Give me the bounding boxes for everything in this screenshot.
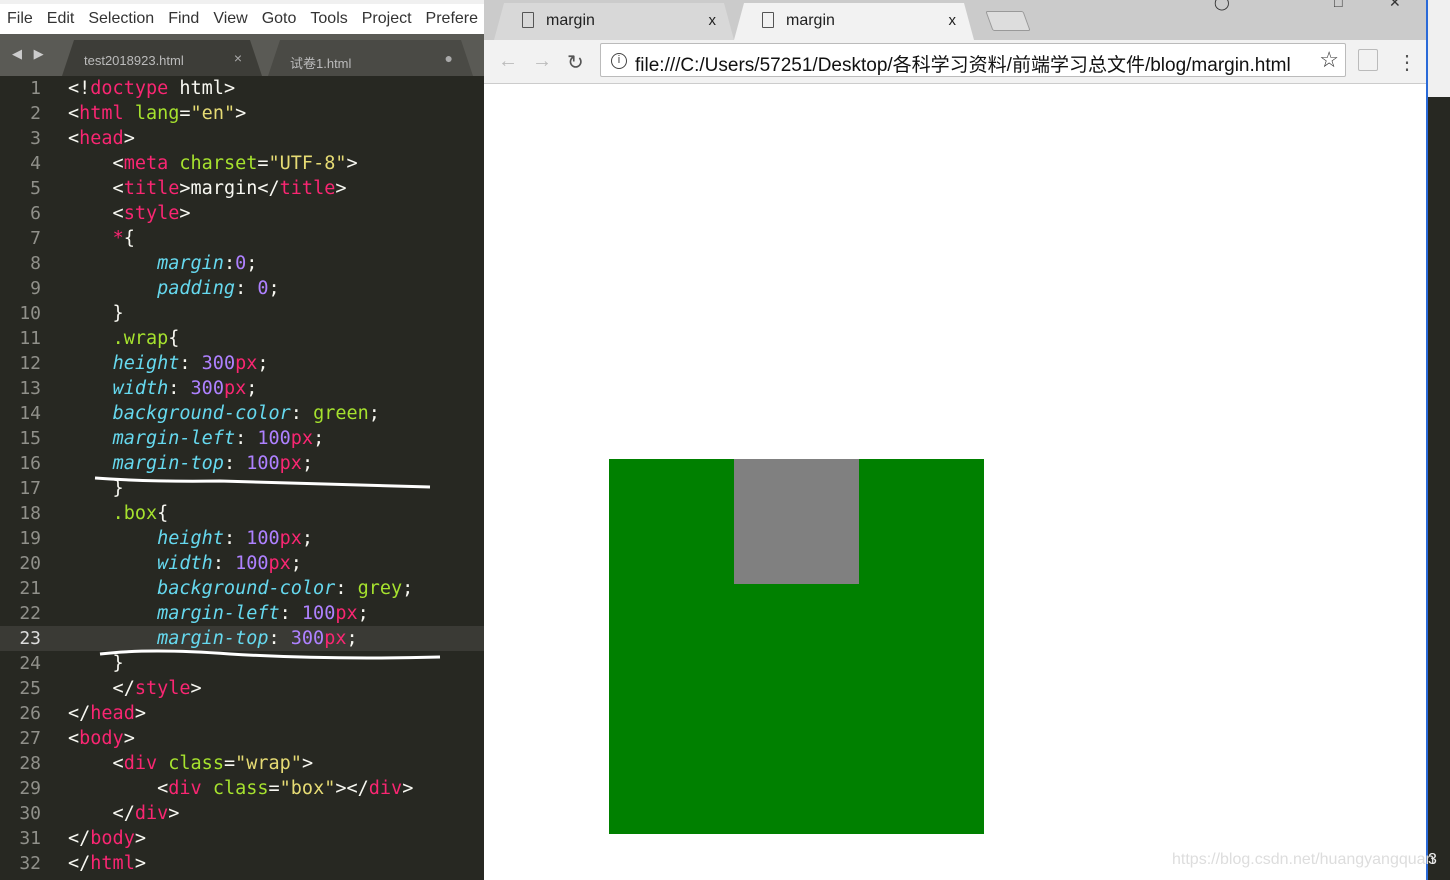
underline-margin-top-box [99, 649, 441, 660]
document-icon [522, 12, 534, 28]
reload-icon[interactable]: ↻ [567, 50, 584, 75]
bookmark-star-icon[interactable]: ☆ [1319, 47, 1339, 73]
close-window-icon[interactable]: ✕ [1389, 0, 1401, 11]
tab-title: margin [786, 12, 835, 29]
background-window-edge [1426, 0, 1450, 880]
new-tab-button[interactable] [985, 11, 1031, 31]
close-icon[interactable]: x [709, 12, 717, 29]
maximize-icon[interactable]: □ [1334, 0, 1342, 10]
extension-icon[interactable] [1358, 49, 1378, 71]
browser-tab-strip: margin x margin x ◯ □ ✕ [484, 0, 1426, 40]
menu-icon[interactable]: ⋮ [1397, 50, 1417, 75]
address-bar[interactable]: i file:///C:/Users/57251/Desktop/各科学习资料/… [600, 43, 1346, 77]
underline-margin-top-wrap [94, 476, 431, 489]
page-viewport [484, 84, 1426, 880]
browser-tab-margin-1[interactable]: margin x [494, 3, 734, 40]
profile-icon[interactable]: ◯ [1214, 0, 1230, 11]
watermark: https://blog.csdn.net/huangyangquan [1172, 851, 1435, 868]
wrap-div [609, 459, 984, 834]
close-icon[interactable]: x [949, 12, 957, 29]
url-text: file:///C:/Users/57251/Desktop/各科学习资料/前端… [635, 55, 1291, 76]
hand-drawn-underlines [94, 476, 441, 660]
back-icon[interactable]: ← [498, 50, 518, 73]
browser-window: margin x margin x ◯ □ ✕ ← → ↻ ⋮ [484, 0, 1426, 880]
tab-title: margin [546, 12, 595, 29]
forward-icon[interactable]: → [532, 50, 552, 73]
info-icon[interactable]: i [611, 53, 627, 69]
box-div [734, 459, 859, 584]
browser-tab-margin-2[interactable]: margin x [734, 3, 974, 40]
watermark-tail: 3 [1428, 851, 1437, 868]
document-icon [762, 12, 774, 28]
